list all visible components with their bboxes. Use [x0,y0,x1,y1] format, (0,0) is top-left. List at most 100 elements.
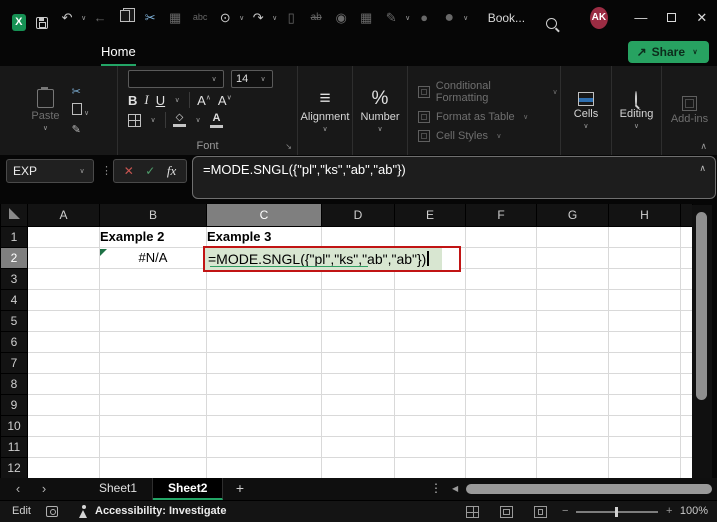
cell-E1[interactable] [394,225,466,248]
font-color-button[interactable]: A [210,112,223,128]
cell-H6[interactable] [608,330,681,353]
undo-dropdown-icon[interactable]: ∨ [80,14,88,22]
font-dialog-launcher-icon[interactable]: ↘ [285,142,292,151]
cell-C4[interactable] [206,288,322,311]
format-as-table-button[interactable]: Format as Table ∨ [418,110,531,123]
cell-F10[interactable] [465,414,537,437]
cell-F7[interactable] [465,351,537,374]
row-header-7[interactable]: 7 [0,351,28,374]
cell-B11[interactable] [99,435,207,458]
touch-mode-dropdown-icon[interactable]: ∨ [238,14,246,22]
cell-B3[interactable] [99,267,207,290]
cell-A7[interactable] [27,351,100,374]
cell-B1[interactable]: Example 2 [99,225,207,248]
zoom-out-button[interactable]: − [562,505,568,517]
cell-G10[interactable] [536,414,609,437]
sheet-tab-sheet1[interactable]: Sheet1 [84,478,154,500]
cell-E11[interactable] [394,435,466,458]
spelling-icon[interactable]: abc [188,0,213,35]
cell-B8[interactable] [99,372,207,395]
cell-G4[interactable] [536,288,609,311]
minimize-button[interactable]: — [626,0,656,35]
paste-special-icon[interactable]: ▦ [163,0,188,35]
zoom-slider-thumb[interactable] [615,507,618,517]
excel-logo-icon[interactable]: X [12,13,26,31]
row-header-2[interactable]: 2 [0,246,28,269]
cell-D6[interactable] [321,330,395,353]
cell-G6[interactable] [536,330,609,353]
cell-H2[interactable] [608,246,681,269]
cell-E6[interactable] [394,330,466,353]
cell-D8[interactable] [321,372,395,395]
editing-button[interactable]: Editing ∨ [614,90,660,132]
shrink-font-button[interactable]: A∨ [218,93,232,108]
row-header-3[interactable]: 3 [0,267,28,290]
row-header-11[interactable]: 11 [0,435,28,458]
cell-E5[interactable] [394,309,466,332]
cell-H12[interactable] [608,456,681,479]
draw-export-icon[interactable]: ✎ [379,0,404,35]
cells-button[interactable]: Cells ∨ [568,90,604,132]
copy-dropdown-icon[interactable]: ∨ [82,109,92,117]
copy-icon[interactable] [113,0,138,35]
accessibility-status[interactable]: Accessibility: Investigate [95,505,226,517]
camera-icon[interactable]: ◉ [329,0,354,35]
zoom-in-button[interactable]: + [666,505,672,517]
cell-B10[interactable] [99,414,207,437]
cell-E12[interactable] [394,456,466,479]
cell-D5[interactable] [321,309,395,332]
cell-G9[interactable] [536,393,609,416]
cut-icon[interactable]: ✂ [138,0,163,35]
record-circle-icon[interactable]: ● [437,0,462,35]
select-all-corner[interactable] [0,204,28,227]
redo-dropdown-icon[interactable]: ∨ [271,14,279,22]
vertical-scrollbar-thumb[interactable] [696,212,707,400]
column-header-C[interactable]: C [206,204,322,227]
cell-A3[interactable] [27,267,100,290]
cell-B5[interactable] [99,309,207,332]
cell-D11[interactable] [321,435,395,458]
cell-A9[interactable] [27,393,100,416]
column-header-F[interactable]: F [465,204,537,227]
cell-G8[interactable] [536,372,609,395]
cell-F12[interactable] [465,456,537,479]
row-header-9[interactable]: 9 [0,393,28,416]
cell-B4[interactable] [99,288,207,311]
cell-E8[interactable] [394,372,466,395]
redo-icon[interactable]: ↷ [246,0,271,35]
strikethrough-icon[interactable]: ab [304,0,329,35]
fill-color-dropdown-icon[interactable]: ∨ [193,116,203,124]
back-icon[interactable]: ← [88,0,113,35]
share-button[interactable]: ↗ Share ∨ [627,41,709,63]
cell-H5[interactable] [608,309,681,332]
cell-G7[interactable] [536,351,609,374]
row-header-4[interactable]: 4 [0,288,28,311]
font-name-select[interactable]: ∨ [128,70,224,88]
cell-H3[interactable] [608,267,681,290]
touch-mode-icon[interactable]: ⊙ [213,0,238,35]
cell-A12[interactable] [27,456,100,479]
cell-D4[interactable] [321,288,395,311]
row-header-8[interactable]: 8 [0,372,28,395]
cell-H9[interactable] [608,393,681,416]
cell-B9[interactable] [99,393,207,416]
cell-E9[interactable] [394,393,466,416]
cell-F1[interactable] [465,225,537,248]
horizontal-scrollbar-thumb[interactable] [466,484,712,494]
undo-icon[interactable]: ↶ [55,0,80,35]
cell-B7[interactable] [99,351,207,374]
cell-F11[interactable] [465,435,537,458]
expand-formula-bar-icon[interactable]: ∧ [699,163,706,174]
row-header-1[interactable]: 1 [0,225,28,248]
cell-A8[interactable] [27,372,100,395]
cell-F2[interactable] [465,246,537,269]
cell-styles-button[interactable]: Cell Styles ∨ [418,129,504,142]
sheetbar-dots-icon[interactable]: ⋮ [430,478,442,499]
draw-dropdown-icon[interactable]: ∨ [404,14,412,22]
cell-A5[interactable] [27,309,100,332]
person-lock-icon[interactable]: ● [412,0,437,35]
cell-edit-box[interactable]: =MODE.SNGL({"pl","ks","ab","ab"}) [203,246,461,272]
cell-A11[interactable] [27,435,100,458]
cell-E10[interactable] [394,414,466,437]
cell-A1[interactable] [27,225,100,248]
